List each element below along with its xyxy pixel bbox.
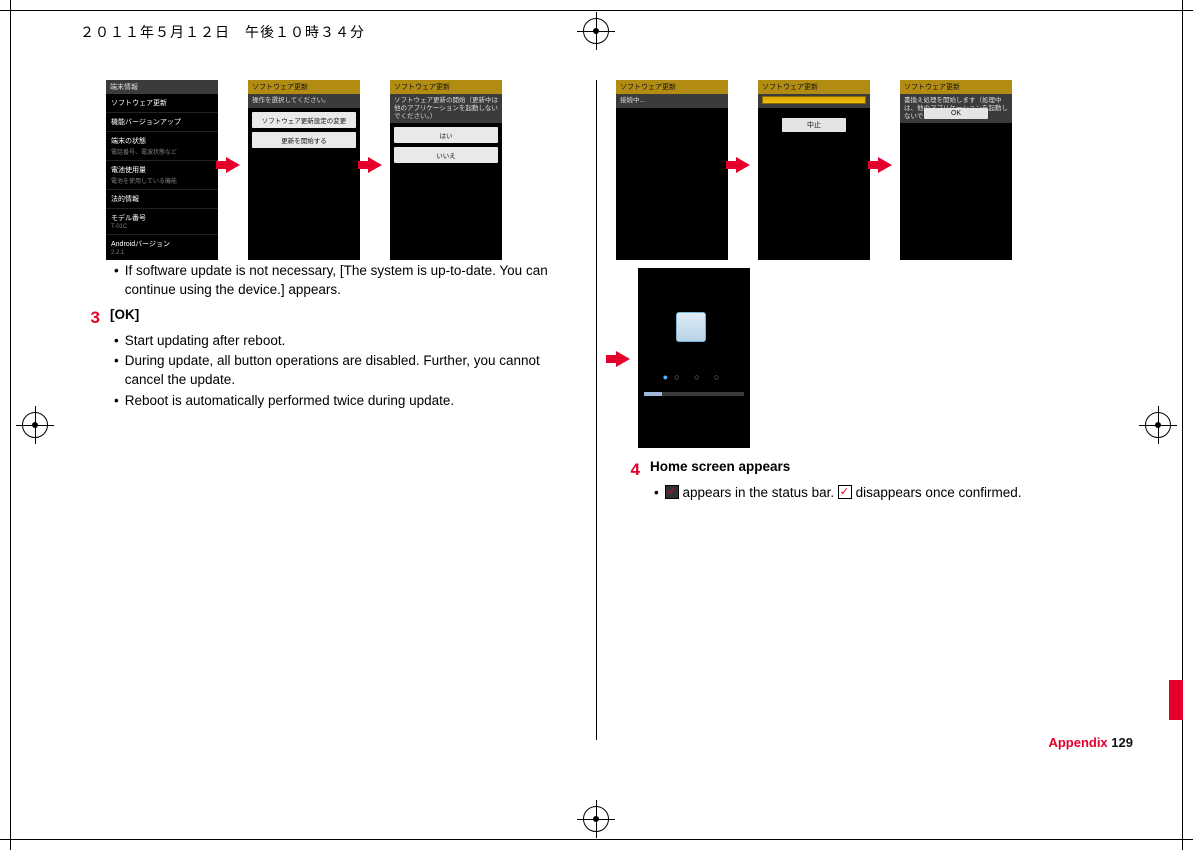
list-item-label: ソフトウェア更新: [111, 98, 213, 108]
bullet-icon: •: [114, 262, 119, 300]
registration-mark-left: [22, 412, 48, 438]
bullet-text: Start updating after reboot.: [125, 332, 286, 351]
note-text: If software update is not necessary, [Th…: [125, 262, 576, 300]
arrow-right-icon: [368, 157, 382, 173]
list-item-sub: T-01C: [111, 224, 213, 230]
phone-mock-downloading: ソフトウェア更新 ダウンロード中 中止: [758, 80, 870, 260]
screenshot-row-left: 端末情報 ソフトウェア更新 機能バージョンアップ 端末の状態電話番号、電波状態な…: [106, 80, 576, 260]
registration-mark-right: [1145, 412, 1171, 438]
dialog-message: 操作を選択してください。: [248, 94, 360, 108]
bullet-text: During update, all button operations are…: [125, 352, 576, 390]
bullet-icon: •: [114, 392, 119, 411]
screenshot-row-right: ソフトウェア更新 接続中... ソフトウェア更新 ダウンロード中 中止 ソフトウ…: [616, 80, 1116, 260]
phone-title: ソフトウェア更新: [390, 80, 502, 94]
phone-mock-confirm: ソフトウェア更新 ソフトウェア更新の開始（更新中は他のアプリケーションを起動しな…: [390, 80, 502, 260]
download-progress-icon: [762, 96, 866, 104]
statusbar-update-icon: ✓: [838, 485, 852, 499]
dialog-message: ソフトウェア更新の開始（更新中は他のアプリケーションを起動しないでください。）: [390, 94, 502, 123]
step-label: Home screen appears: [650, 458, 790, 482]
crop-rule-bottom: [0, 839, 1193, 840]
page-datetime: ２０１１年５月１２日 午後１０時３４分: [80, 22, 365, 42]
page-number: 129: [1111, 735, 1133, 750]
crop-rule-left: [10, 0, 11, 850]
option-start-update: 更新を開始する: [252, 132, 356, 148]
phone-title: ソフトウェア更新: [248, 80, 360, 94]
phone-mock-ok: ソフトウェア更新 書換え処理を開始します（処理中は、他のアプリケーションを起動し…: [900, 80, 1012, 260]
list-item-sub: 電池を使用している機能: [111, 176, 213, 185]
phone-title: ソフトウェア更新: [758, 80, 870, 94]
progress-dots-icon: ●○ ○ ○: [638, 372, 750, 382]
bullet-icon: •: [114, 332, 119, 351]
list-item-label: モデル番号: [111, 213, 213, 223]
list-item-label: 機能バージョンアップ: [111, 117, 213, 127]
list-item-label: 端末の状態: [111, 136, 213, 146]
left-column: 端末情報 ソフトウェア更新 機能バージョンアップ 端末の状態電話番号、電波状態な…: [56, 60, 596, 790]
screenshot-row-right-2: ●○ ○ ○: [616, 268, 1116, 448]
step-number: 4: [626, 458, 640, 482]
crop-rule-right: [1182, 0, 1183, 850]
page-footer: Appendix 129: [1048, 735, 1133, 750]
list-item-sub: 電話番号、電波状態など: [111, 147, 213, 156]
arrow-right-icon: [616, 351, 630, 367]
crop-rule-top: [0, 10, 1193, 11]
bullet-icon: •: [114, 352, 119, 390]
list-item-sub: 2.2.1: [111, 250, 213, 256]
phone-mock-connecting: ソフトウェア更新 接続中...: [616, 80, 728, 260]
option-change-settings: ソフトウェア更新設定の変更: [252, 112, 356, 128]
arrow-right-icon: [878, 157, 892, 173]
button-yes: はい: [394, 127, 498, 143]
phone-title: ソフトウェア更新: [900, 80, 1012, 94]
step-number: 3: [86, 306, 100, 330]
thumb-tab: [1169, 680, 1183, 720]
text-fragment: appears in the status bar.: [683, 485, 835, 500]
section-label: Appendix: [1048, 735, 1107, 750]
right-column: ソフトウェア更新 接続中... ソフトウェア更新 ダウンロード中 中止 ソフトウ…: [596, 60, 1136, 790]
button-no: いいえ: [394, 147, 498, 163]
install-progress-icon: [644, 392, 744, 396]
status-text: 接続中...: [616, 94, 728, 108]
bullet-text: ✓ appears in the status bar. ✓ disappear…: [665, 484, 1022, 503]
list-item-label: 電池使用量: [111, 165, 213, 175]
package-icon: [676, 312, 706, 342]
phone-mock-update-menu: ソフトウェア更新 操作を選択してください。 ソフトウェア更新設定の変更 更新を開…: [248, 80, 360, 260]
phone-mock-settings: 端末情報 ソフトウェア更新 機能バージョンアップ 端末の状態電話番号、電波状態な…: [106, 80, 218, 260]
list-item-label: Androidバージョン: [111, 239, 213, 249]
bullet-icon: •: [654, 484, 659, 503]
arrow-right-icon: [736, 157, 750, 173]
button-ok: OK: [924, 108, 988, 119]
phone-mock-installing: ●○ ○ ○: [638, 268, 750, 448]
phone-title: 端末情報: [106, 80, 218, 94]
step-label: [OK]: [110, 306, 139, 330]
registration-mark-bottom: [583, 806, 609, 832]
body-text-right: 4 Home screen appears • ✓ appears in the…: [616, 458, 1116, 503]
body-text-left: •If software update is not necessary, [T…: [76, 262, 576, 411]
statusbar-update-icon: ✓: [665, 485, 679, 499]
bullet-text: Reboot is automatically performed twice …: [125, 392, 454, 411]
text-fragment: disappears once confirmed.: [856, 485, 1022, 500]
list-item-label: 法的情報: [111, 194, 213, 204]
phone-title: ソフトウェア更新: [616, 80, 728, 94]
button-cancel: 中止: [782, 118, 846, 132]
registration-mark-top: [583, 18, 609, 44]
arrow-right-icon: [226, 157, 240, 173]
